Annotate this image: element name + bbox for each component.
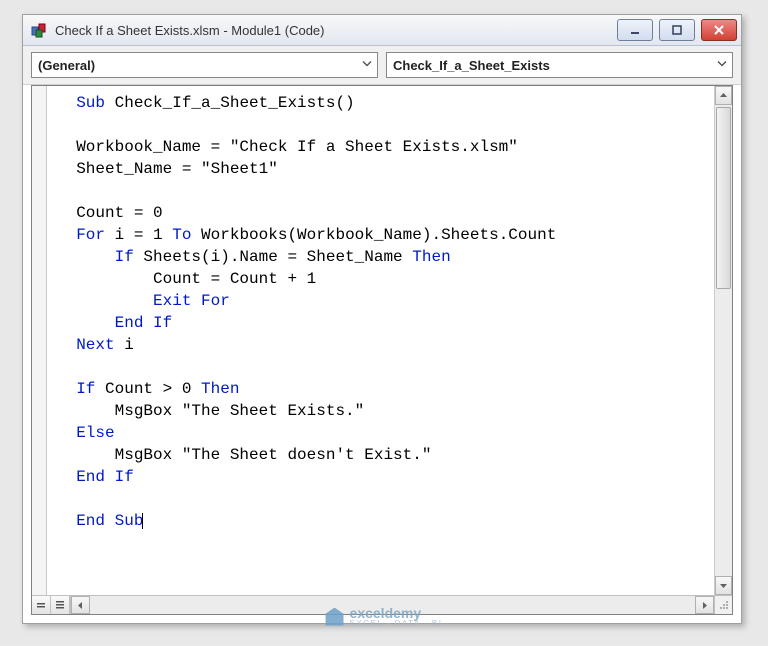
procedure-dropdown-label: Check_If_a_Sheet_Exists: [393, 58, 550, 73]
code-text-area[interactable]: Sub Check_If_a_Sheet_Exists() Workbook_N…: [47, 86, 714, 595]
scroll-left-button[interactable]: [71, 596, 90, 614]
titlebar[interactable]: Check If a Sheet Exists.xlsm - Module1 (…: [23, 15, 741, 46]
scroll-down-button[interactable]: [715, 576, 732, 595]
object-dropdown[interactable]: (General): [31, 52, 378, 78]
resize-grip[interactable]: [714, 596, 732, 614]
full-module-view-button[interactable]: [51, 596, 70, 614]
scroll-thumb[interactable]: [716, 107, 731, 289]
editor-status-row: [32, 595, 732, 614]
scroll-track[interactable]: [715, 105, 732, 576]
chevron-down-icon: [361, 58, 373, 73]
vba-module-icon: [29, 20, 49, 40]
window-title: Check If a Sheet Exists.xlsm - Module1 (…: [55, 23, 617, 38]
dropdown-row: (General) Check_If_a_Sheet_Exists: [23, 46, 741, 85]
procedure-dropdown[interactable]: Check_If_a_Sheet_Exists: [386, 52, 733, 78]
scroll-up-button[interactable]: [715, 86, 732, 105]
code-margin: [32, 86, 47, 595]
code-editor: Sub Check_If_a_Sheet_Exists() Workbook_N…: [31, 85, 733, 615]
vba-code-window: Check If a Sheet Exists.xlsm - Module1 (…: [23, 15, 741, 623]
scroll-right-button[interactable]: [695, 596, 714, 614]
maximize-button[interactable]: [659, 19, 695, 41]
horizontal-scrollbar[interactable]: [71, 596, 714, 614]
chevron-down-icon: [716, 58, 728, 73]
close-button[interactable]: [701, 19, 737, 41]
minimize-button[interactable]: [617, 19, 653, 41]
hscroll-track[interactable]: [90, 596, 695, 614]
object-dropdown-label: (General): [38, 58, 95, 73]
text-cursor: [142, 513, 143, 529]
procedure-view-button[interactable]: [32, 596, 51, 614]
vertical-scrollbar[interactable]: [714, 86, 732, 595]
